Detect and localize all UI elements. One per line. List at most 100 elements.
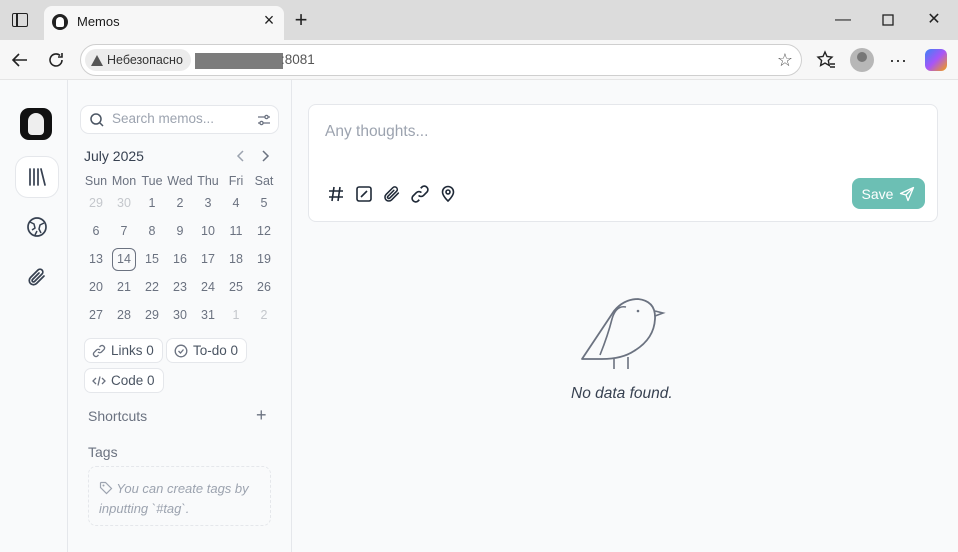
weekday-label: Thu [197,173,219,188]
reload-icon[interactable] [45,49,67,71]
tag-icon [99,481,113,495]
back-arrow-icon[interactable] [9,49,31,71]
calendar-day[interactable]: 30 [166,308,194,322]
nav-attachments[interactable] [16,257,58,297]
minimize-icon[interactable]: — [833,10,853,30]
sidebar: July 2025 Sun Mon Tue Wed Thu Fri Sat 29… [68,80,292,552]
calendar-day[interactable]: 27 [82,308,110,322]
calendar-day[interactable]: 2 [250,308,278,322]
nav-explore[interactable] [16,207,58,247]
send-icon [900,186,915,201]
filter-settings-icon[interactable] [257,113,271,127]
calendar-day[interactable]: 17 [194,252,222,266]
code-stat-chip[interactable]: Code 0 [84,368,164,393]
tags-hint-line1: You can create tags by [116,481,249,496]
calendar-day[interactable]: 1 [222,308,250,322]
calendar-day[interactable]: 29 [82,196,110,210]
calendar-day[interactable]: 8 [138,224,166,238]
calendar-day[interactable]: 30 [110,196,138,210]
memos-logo[interactable] [20,108,52,140]
more-options-icon[interactable]: ··· [887,49,909,71]
new-tab-icon[interactable]: + [292,9,310,31]
calendar-day[interactable]: 2 [166,196,194,210]
calendar-day[interactable]: 12 [250,224,278,238]
calendar-day-today[interactable]: 14 [110,247,138,271]
weekday-label: Sun [84,173,108,188]
link-insert-icon[interactable] [409,183,431,205]
todo-stat-label: To-do 0 [193,343,239,358]
weekday-label: Mon [111,173,137,188]
memo-editor: Save [308,104,938,222]
save-button[interactable]: Save [852,178,925,209]
links-stat-chip[interactable]: Links 0 [84,338,163,363]
close-tab-icon[interactable]: × [260,11,278,29]
weekday-label: Tue [141,173,163,188]
hashtag-icon[interactable] [325,183,347,205]
tags-empty-hint: You can create tags by inputting `#tag`. [88,466,271,526]
empty-state-text: No data found. [571,385,673,402]
calendar-week: 20 21 22 23 24 25 26 [82,273,278,301]
memo-input[interactable] [325,123,885,153]
calendar-day[interactable]: 9 [166,224,194,238]
calendar-day[interactable]: 16 [166,252,194,266]
add-shortcut-icon[interactable]: + [256,405,267,426]
tab-actions-icon[interactable] [12,13,28,27]
calendar-day[interactable]: 7 [110,224,138,238]
code-icon [92,375,106,386]
calendar-day[interactable]: 23 [166,280,194,294]
paperclip-icon [28,268,45,286]
calendar-week: 27 28 29 30 31 1 2 [82,301,278,329]
bird-illustration-icon [581,298,666,369]
calendar-day[interactable]: 4 [222,196,250,210]
favorites-icon[interactable] [815,49,837,71]
checkbox-square-icon[interactable] [353,183,375,205]
attachment-icon[interactable] [381,183,403,205]
calendar-day[interactable]: 10 [194,224,222,238]
next-month-icon[interactable] [257,148,273,164]
calendar-day[interactable]: 19 [250,252,278,266]
search-input[interactable] [112,111,242,126]
maximize-icon[interactable] [878,10,898,30]
prev-month-icon[interactable] [233,148,249,164]
todo-stat-chip[interactable]: To-do 0 [166,338,248,363]
links-stat-label: Links 0 [111,343,154,358]
address-bar[interactable]: Небезопасно :8081 ☆ [80,44,802,76]
redacted-host [195,53,283,69]
calendar-day[interactable]: 11 [222,224,250,238]
calendar-day[interactable]: 3 [194,196,222,210]
calendar-day[interactable]: 29 [138,308,166,322]
profile-avatar[interactable] [850,48,874,72]
calendar-day[interactable]: 13 [82,252,110,266]
globe-icon [27,217,47,237]
calendar-grid: Sun Mon Tue Wed Thu Fri Sat 29 30 1 2 3 … [82,172,278,329]
favorite-star-icon[interactable]: ☆ [777,50,793,71]
calendar-day[interactable]: 18 [222,252,250,266]
weekday-label: Wed [167,173,193,188]
security-indicator[interactable]: Небезопасно [85,49,191,71]
calendar-week: 13 14 15 16 17 18 19 [82,245,278,273]
calendar-day[interactable]: 5 [250,196,278,210]
calendar-day[interactable]: 1 [138,196,166,210]
calendar-day[interactable]: 24 [194,280,222,294]
link-icon [92,344,106,357]
nav-home[interactable] [16,157,58,197]
calendar-day[interactable]: 21 [110,280,138,294]
calendar-day[interactable]: 26 [250,280,278,294]
copilot-icon[interactable] [925,49,947,71]
calendar-day[interactable]: 25 [222,280,250,294]
calendar-day[interactable]: 22 [138,280,166,294]
security-label: Небезопасно [107,53,183,67]
close-window-icon[interactable]: ✕ [924,10,944,30]
calendar-day[interactable]: 15 [138,252,166,266]
search-box[interactable] [80,105,279,134]
check-circle-icon [174,344,188,357]
memos-app: July 2025 Sun Mon Tue Wed Thu Fri Sat 29… [0,80,958,552]
weekday-label: Fri [228,173,244,188]
location-pin-icon[interactable] [437,183,459,205]
browser-tab-memos[interactable]: Memos × [44,6,284,40]
browser-tab-bar: Memos × + — ✕ [0,0,958,40]
calendar-day[interactable]: 20 [82,280,110,294]
calendar-day[interactable]: 6 [82,224,110,238]
calendar-day[interactable]: 28 [110,308,138,322]
calendar-day[interactable]: 31 [194,308,222,322]
